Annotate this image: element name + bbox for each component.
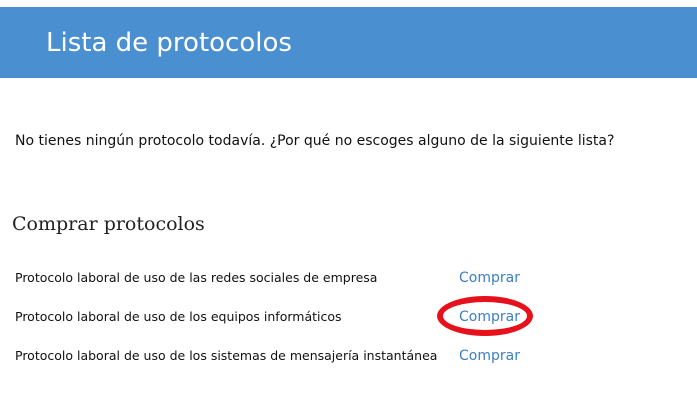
buy-link[interactable]: Comprar (459, 307, 520, 327)
protocol-name: Protocolo laboral de uso de los equipos … (15, 309, 342, 324)
protocol-row: Protocolo laboral de uso de las redes so… (15, 268, 675, 290)
section-title-comprar-protocolos: Comprar protocolos (12, 213, 205, 235)
protocol-name: Protocolo laboral de uso de los sistemas… (15, 348, 438, 363)
page-title: Lista de protocolos (46, 28, 292, 58)
page-header: Lista de protocolos (0, 7, 697, 78)
buy-link[interactable]: Comprar (459, 346, 520, 366)
protocol-row: Protocolo laboral de uso de los sistemas… (15, 346, 675, 368)
protocol-row: Protocolo laboral de uso de los equipos … (15, 307, 675, 329)
buy-link[interactable]: Comprar (459, 268, 520, 288)
empty-state-message: No tienes ningún protocolo todavía. ¿Por… (15, 133, 615, 149)
protocol-name: Protocolo laboral de uso de las redes so… (15, 270, 378, 285)
